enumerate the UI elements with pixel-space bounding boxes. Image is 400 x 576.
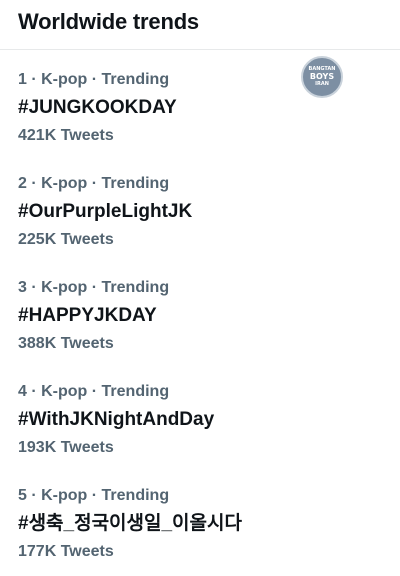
trend-name: #WithJKNightAndDay — [18, 409, 215, 430]
trend-tweet-count: 421K Tweets — [18, 127, 114, 144]
trend-tweet-count: 177K Tweets — [18, 543, 114, 560]
trend-name: #OurPurpleLightJK — [18, 201, 193, 222]
watermark-line-3: IRAN — [315, 81, 329, 87]
trend-name: #JUNGKOOKDAY — [18, 97, 177, 118]
trend-name: #HAPPYJKDAY — [18, 305, 157, 326]
watermark-logo-icon: BANGTAN BOYS IRAN — [301, 56, 343, 98]
trend-item-3[interactable]: 3 · K-pop · Trending #HAPPYJKDAY 388K Tw… — [0, 278, 400, 354]
section-header: Worldwide trends — [0, 0, 400, 50]
trend-name: #생축_정국이생일_이올시다 — [18, 513, 242, 534]
trend-tweet-count: 193K Tweets — [18, 439, 114, 456]
trend-meta: 4 · K-pop · Trending — [18, 383, 170, 400]
trend-meta: 5 · K-pop · Trending — [18, 487, 170, 504]
page-title: Worldwide trends — [18, 9, 199, 34]
trend-meta: 2 · K-pop · Trending — [18, 175, 170, 192]
trend-tweet-count: 225K Tweets — [18, 231, 114, 248]
trend-item-5[interactable]: 5 · K-pop · Trending #생축_정국이생일_이올시다 177K… — [0, 486, 400, 562]
trend-item-4[interactable]: 4 · K-pop · Trending #WithJKNightAndDay … — [0, 382, 400, 458]
trend-tweet-count: 388K Tweets — [18, 335, 114, 352]
trend-item-2[interactable]: 2 · K-pop · Trending #OurPurpleLightJK 2… — [0, 174, 400, 250]
trend-meta: 3 · K-pop · Trending — [18, 279, 170, 296]
watermark-line-2: BOYS — [309, 72, 335, 81]
